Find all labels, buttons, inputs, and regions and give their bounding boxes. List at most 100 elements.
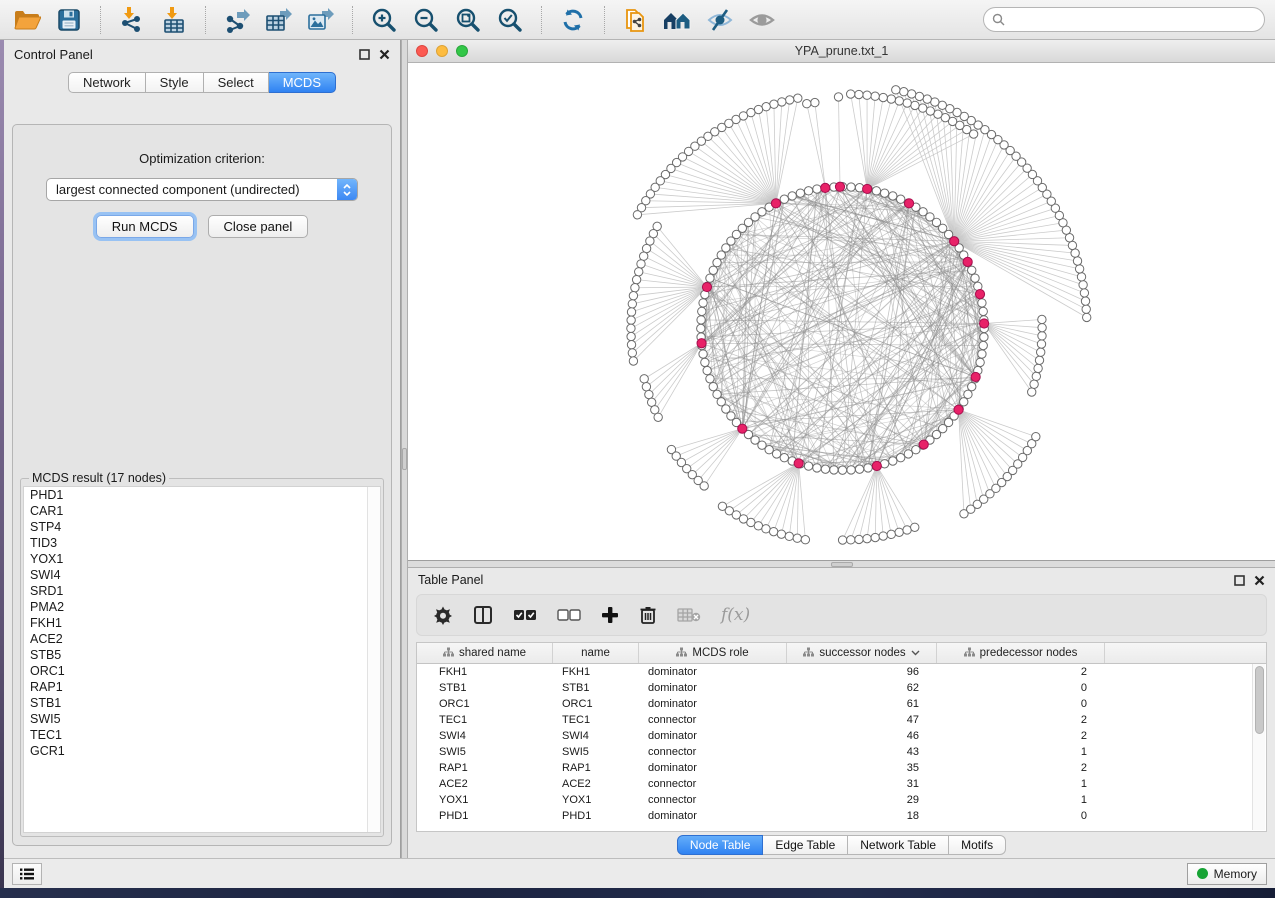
leaf-node[interactable]	[645, 390, 653, 398]
leaf-node[interactable]	[801, 536, 809, 544]
leaf-node[interactable]	[895, 528, 903, 536]
table-row[interactable]: YOX1YOX1connector291	[417, 792, 1266, 808]
leaf-node[interactable]	[919, 104, 927, 112]
ring-node[interactable]	[698, 307, 706, 315]
leaf-node[interactable]	[1028, 388, 1036, 396]
log-console-button[interactable]	[12, 863, 42, 885]
export-table-icon[interactable]	[262, 4, 296, 36]
leaf-node[interactable]	[892, 86, 900, 94]
deselect-all-rows-icon[interactable]	[557, 608, 581, 622]
leaf-node[interactable]	[1038, 323, 1046, 331]
memory-button[interactable]: Memory	[1187, 863, 1267, 885]
mcds-hub-node[interactable]	[794, 459, 803, 468]
leaf-node[interactable]	[640, 252, 648, 260]
ring-node[interactable]	[788, 192, 796, 200]
leaf-node[interactable]	[863, 91, 871, 99]
ring-node[interactable]	[855, 465, 863, 473]
export-image-icon[interactable]	[304, 4, 338, 36]
leaf-node[interactable]	[903, 99, 911, 107]
ring-node[interactable]	[813, 185, 821, 193]
leaf-node[interactable]	[911, 523, 919, 531]
leaf-node[interactable]	[879, 532, 887, 540]
ring-node[interactable]	[697, 316, 705, 324]
search-input[interactable]	[1010, 12, 1256, 28]
leaf-node[interactable]	[879, 93, 887, 101]
table-scrollbar-thumb[interactable]	[1255, 666, 1264, 734]
column-header-successor-nodes[interactable]: successor nodes	[787, 643, 937, 663]
mcds-hub-node[interactable]	[975, 290, 984, 299]
leaf-node[interactable]	[900, 88, 908, 96]
leaf-node[interactable]	[640, 375, 648, 383]
mcds-hub-node[interactable]	[904, 199, 913, 208]
leaf-node[interactable]	[794, 94, 802, 102]
tab-mcds[interactable]: MCDS	[269, 72, 336, 93]
add-column-icon[interactable]	[601, 606, 619, 624]
mcds-hub-node[interactable]	[835, 182, 844, 191]
duplicate-network-icon[interactable]	[619, 4, 653, 36]
ring-node[interactable]	[713, 390, 721, 398]
mcds-result-item[interactable]: TID3	[24, 535, 380, 551]
mcds-result-item[interactable]: GCR1	[24, 743, 380, 759]
tab-network[interactable]: Network	[68, 72, 146, 93]
leaf-node[interactable]	[803, 100, 811, 108]
mcds-result-item[interactable]: SWI5	[24, 711, 380, 727]
table-row[interactable]: SWI5SWI5connector431	[417, 744, 1266, 760]
ring-node[interactable]	[880, 189, 888, 197]
ring-node[interactable]	[964, 390, 972, 398]
mcds-hub-node[interactable]	[821, 183, 830, 192]
leaf-node[interactable]	[1037, 340, 1045, 348]
tab-style[interactable]: Style	[146, 72, 204, 93]
leaf-node[interactable]	[887, 95, 895, 103]
leaf-node[interactable]	[629, 357, 637, 365]
ring-node[interactable]	[697, 324, 705, 332]
leaf-node[interactable]	[770, 100, 778, 108]
show-all-icon[interactable]	[745, 4, 779, 36]
ring-node[interactable]	[813, 464, 821, 472]
leaf-node[interactable]	[1037, 348, 1045, 356]
leaf-node[interactable]	[635, 268, 643, 276]
leaf-node[interactable]	[1081, 297, 1089, 305]
column-header-MCDS-role[interactable]: MCDS role	[639, 643, 787, 663]
tab-motifs[interactable]: Motifs	[949, 835, 1006, 855]
tab-node-table[interactable]: Node Table	[677, 835, 764, 855]
leaf-node[interactable]	[895, 97, 903, 105]
mcds-list-scrollbar[interactable]	[367, 487, 380, 832]
mcds-result-item[interactable]: ORC1	[24, 663, 380, 679]
ring-node[interactable]	[864, 464, 872, 472]
mcds-hub-node[interactable]	[971, 372, 980, 381]
mcds-result-list[interactable]: PHD1CAR1STP4TID3YOX1SWI4SRD1PMA2FKH1ACE2…	[23, 486, 381, 833]
ring-node[interactable]	[703, 366, 711, 374]
leaf-node[interactable]	[1035, 356, 1043, 364]
leaf-node[interactable]	[1080, 289, 1088, 297]
ring-node[interactable]	[980, 333, 988, 341]
ring-node[interactable]	[896, 195, 904, 203]
vertical-split-divider[interactable]	[401, 40, 408, 858]
table-row[interactable]: STB1STB1dominator620	[417, 680, 1266, 696]
mcds-hub-node[interactable]	[950, 237, 959, 246]
ring-node[interactable]	[968, 266, 976, 274]
ring-node[interactable]	[709, 266, 717, 274]
ring-node[interactable]	[830, 466, 838, 474]
leaf-node[interactable]	[632, 275, 640, 283]
table-row[interactable]: PHD1PHD1dominator180	[417, 808, 1266, 824]
mcds-result-item[interactable]: STB1	[24, 695, 380, 711]
mcds-result-item[interactable]: SRD1	[24, 583, 380, 599]
leaf-node[interactable]	[762, 525, 770, 533]
leaf-node[interactable]	[627, 341, 635, 349]
mcds-result-item[interactable]: STB5	[24, 647, 380, 663]
ring-node[interactable]	[896, 454, 904, 462]
mcds-result-item[interactable]: YOX1	[24, 551, 380, 567]
leaf-node[interactable]	[700, 482, 708, 490]
divider-grip[interactable]	[831, 562, 853, 567]
column-manager-icon[interactable]	[473, 605, 493, 625]
import-table-icon[interactable]	[157, 4, 191, 36]
leaf-node[interactable]	[777, 530, 785, 538]
leaf-node[interactable]	[1082, 305, 1090, 313]
network-window-titlebar[interactable]: YPA_prune.txt_1	[408, 40, 1275, 63]
leaf-node[interactable]	[1038, 315, 1046, 323]
leaf-node[interactable]	[627, 308, 635, 316]
leaf-node[interactable]	[627, 324, 635, 332]
leaf-node[interactable]	[769, 527, 777, 535]
leaf-node[interactable]	[1071, 249, 1079, 257]
mcds-hub-node[interactable]	[963, 257, 972, 266]
